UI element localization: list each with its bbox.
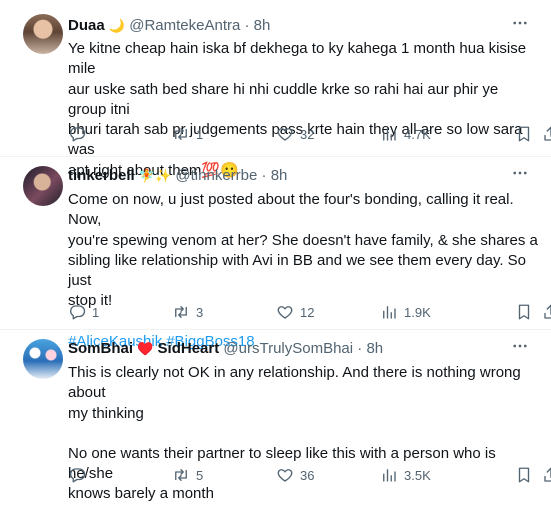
repost-count: 3 bbox=[196, 304, 204, 320]
like-button[interactable]: 32 bbox=[276, 124, 314, 144]
text-line: Ye kitne cheap hain iska bf dekhega to k… bbox=[68, 40, 527, 78]
tweet-text: Come on now, u just posted about the fou… bbox=[68, 190, 538, 352]
bookmark-button[interactable] bbox=[515, 465, 533, 485]
separator: · bbox=[357, 340, 363, 357]
like-count: 32 bbox=[300, 126, 315, 142]
repost-icon bbox=[175, 306, 187, 318]
text-line: you're spewing venom at her? She doesn't… bbox=[68, 231, 538, 249]
name-emoji: 🌙 bbox=[108, 18, 126, 33]
like-count: 12 bbox=[300, 304, 315, 320]
repost-icon bbox=[175, 469, 187, 481]
views-count: 1.9K bbox=[404, 304, 431, 320]
tweet-header: Duaa 🌙 @RamtekeAntra · 8h bbox=[68, 16, 511, 36]
handle[interactable]: @RamtekeAntra bbox=[129, 17, 240, 34]
bookmark-button[interactable] bbox=[515, 302, 533, 322]
share-icon bbox=[544, 467, 551, 482]
avatar[interactable] bbox=[23, 339, 63, 379]
like-icon bbox=[277, 128, 293, 141]
text-line: aur uske sath bed share hi nhi cuddle kr… bbox=[68, 80, 499, 118]
views-button[interactable]: 4.7K bbox=[380, 124, 431, 144]
tweet-header: tinkerbell 🧚✨ @tinnkerrbe · 8h bbox=[68, 166, 511, 186]
avatar[interactable] bbox=[23, 14, 63, 54]
text-line: sibling like relationship with Avi in BB… bbox=[68, 251, 527, 290]
reply-button[interactable]: 1 bbox=[68, 302, 99, 322]
repost-button[interactable]: 1 bbox=[172, 124, 203, 144]
repost-button[interactable]: 5 bbox=[172, 465, 203, 485]
separator: · bbox=[261, 167, 267, 184]
reply-icon bbox=[70, 468, 86, 483]
tweet[interactable]: Duaa 🌙 @RamtekeAntra · 8h Ye kitne cheap… bbox=[0, 0, 551, 179]
action-bar: 1 32 4.7K bbox=[68, 124, 551, 144]
name-emoji: ♥️ bbox=[137, 341, 154, 356]
bookmark-icon bbox=[518, 304, 530, 320]
more-icon[interactable] bbox=[509, 14, 531, 36]
tweet-header: SomBhai ♥️ SidHeart @ursTrulySomBhai · 8… bbox=[68, 339, 511, 359]
action-bar: 1 3 12 1.9K bbox=[68, 302, 551, 322]
views-icon bbox=[383, 128, 396, 141]
handle[interactable]: @tinnkerrbe bbox=[175, 167, 257, 184]
tweet[interactable]: SomBhai ♥️ SidHeart @ursTrulySomBhai · 8… bbox=[0, 330, 551, 502]
avatar[interactable] bbox=[23, 166, 63, 206]
more-icon[interactable] bbox=[509, 164, 531, 186]
share-button[interactable] bbox=[542, 465, 551, 485]
timestamp[interactable]: 8h bbox=[254, 17, 271, 34]
bookmark-button[interactable] bbox=[515, 124, 533, 144]
like-icon bbox=[277, 469, 293, 482]
share-icon bbox=[544, 304, 551, 319]
views-button[interactable]: 1.9K bbox=[380, 302, 431, 322]
views-count: 4.7K bbox=[404, 126, 431, 142]
share-icon bbox=[544, 126, 551, 141]
bookmark-icon bbox=[518, 467, 530, 483]
views-count: 3.5K bbox=[404, 467, 431, 483]
reply-button[interactable] bbox=[68, 124, 92, 144]
tweet[interactable]: tinkerbell 🧚✨ @tinnkerrbe · 8h Come on n… bbox=[0, 157, 551, 350]
reply-button[interactable] bbox=[68, 465, 92, 485]
timestamp[interactable]: 8h bbox=[366, 340, 383, 357]
share-button[interactable] bbox=[542, 124, 551, 144]
repost-button[interactable]: 3 bbox=[172, 302, 203, 322]
views-button[interactable]: 3.5K bbox=[380, 465, 431, 485]
handle[interactable]: @ursTrulySomBhai bbox=[223, 340, 353, 357]
action-bar: 5 36 3.5K bbox=[68, 465, 551, 485]
like-count: 36 bbox=[300, 467, 315, 483]
reply-icon bbox=[70, 127, 86, 142]
repost-icon bbox=[175, 128, 187, 140]
views-icon bbox=[383, 469, 396, 482]
name-emoji: 🧚✨ bbox=[138, 168, 172, 183]
display-name[interactable]: SomBhai bbox=[68, 340, 133, 357]
share-button[interactable] bbox=[542, 302, 551, 322]
display-name[interactable]: Duaa bbox=[68, 17, 105, 34]
text-line: This is clearly not OK in any relationsh… bbox=[68, 364, 521, 402]
text-line: Come on now, u just posted about the fou… bbox=[68, 191, 514, 229]
repost-count: 1 bbox=[196, 126, 204, 142]
tweet-feed: Duaa 🌙 @RamtekeAntra · 8h Ye kitne cheap… bbox=[0, 0, 551, 502]
text-line: my thinking bbox=[68, 404, 144, 422]
like-button[interactable]: 36 bbox=[276, 465, 314, 485]
reply-icon bbox=[70, 305, 86, 320]
reply-count: 1 bbox=[92, 304, 100, 320]
timestamp[interactable]: 8h bbox=[271, 167, 288, 184]
like-icon bbox=[277, 306, 293, 319]
display-name-suffix[interactable]: SidHeart bbox=[158, 340, 220, 357]
repost-count: 5 bbox=[196, 467, 204, 483]
bookmark-icon bbox=[518, 126, 530, 142]
like-button[interactable]: 12 bbox=[276, 302, 314, 322]
display-name[interactable]: tinkerbell bbox=[68, 167, 135, 184]
views-icon bbox=[383, 306, 396, 319]
separator: · bbox=[244, 17, 250, 34]
more-icon[interactable] bbox=[509, 337, 531, 359]
